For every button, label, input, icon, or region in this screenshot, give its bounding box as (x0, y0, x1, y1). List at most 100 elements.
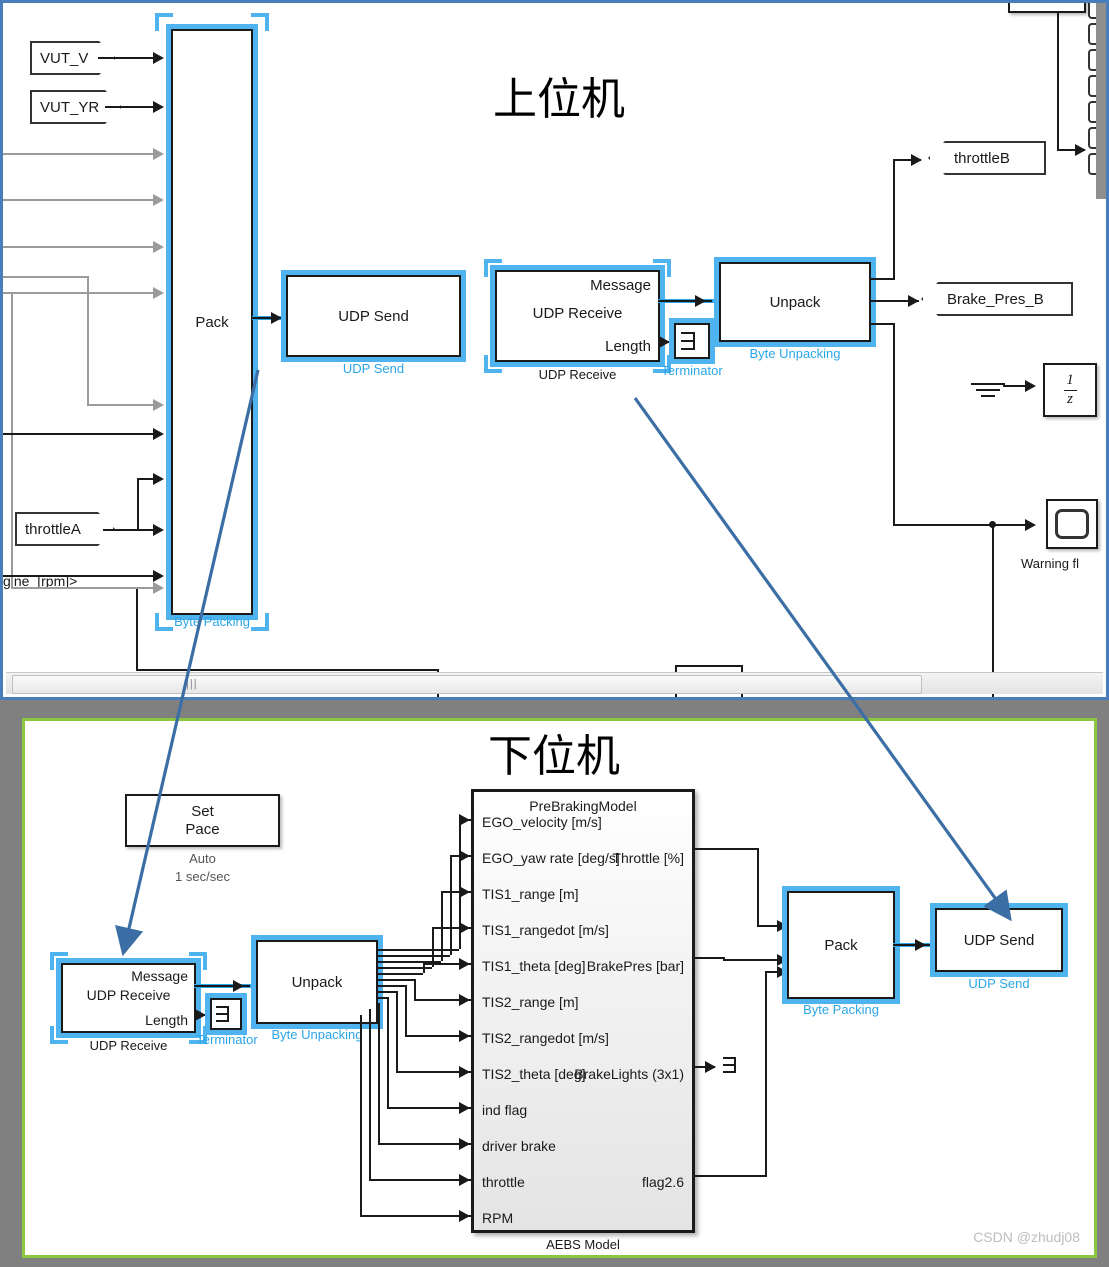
block-set-pace[interactable]: Set Pace (125, 794, 280, 847)
unpack-wire-h1-0 (378, 949, 459, 951)
arrowhead (271, 312, 282, 324)
block-unit-delay[interactable]: 1 z (1043, 363, 1097, 417)
target-model-canvas[interactable]: 下位机 Set Pace Auto 1 sec/sec Message UDP … (22, 718, 1097, 1258)
unpack-wire-h2-11 (360, 1215, 471, 1217)
wire-gray-3 (3, 246, 161, 248)
block-terminator-host-label: Terminator (661, 363, 723, 378)
wire-gray-1 (3, 153, 161, 155)
wire-gray-4a (3, 276, 89, 278)
block-scope-warning-flag-label: Warning fl (1021, 556, 1080, 571)
horizontal-scrollbar[interactable]: ||| (6, 672, 1103, 694)
unpack-wire-h1-4 (378, 973, 423, 975)
wire-brakepres-out-a (693, 957, 725, 959)
wire-gray-4c (87, 404, 161, 406)
aebs-output-port-0: Throttle [%] (612, 850, 684, 866)
inport-throttlea[interactable]: throttleA (15, 512, 115, 546)
aebs-output-port-3: flag2.6 (641, 1174, 684, 1190)
udp-receive-host-length-port: Length (605, 338, 651, 355)
unpack-wire-h1-8 (378, 997, 387, 999)
block-terminator-host[interactable] (674, 323, 710, 359)
unpack-wire-v-2 (441, 891, 443, 961)
arrowhead (233, 980, 244, 992)
aebs-input-port-7: TIS2_theta [deg] (482, 1066, 586, 1082)
arrowhead-gray (153, 582, 164, 594)
block-partial-top-right[interactable] (1008, 3, 1086, 13)
block-udp-send-host[interactable]: UDP Send (286, 275, 461, 357)
unpack-wire-h2-10 (369, 1179, 471, 1181)
block-unpack-host[interactable]: Unpack (719, 262, 871, 342)
unpack-wire-v-10 (369, 1009, 371, 1179)
aebs-input-port-8: ind flag (482, 1102, 528, 1118)
block-udp-receive-target[interactable]: Message UDP Receive Length (61, 963, 196, 1033)
block-terminator-target[interactable] (210, 998, 242, 1030)
unpack-wire-h1-5 (378, 979, 414, 981)
unpack-wire-v-11 (360, 1015, 362, 1215)
arrowhead-gray (153, 399, 164, 411)
wire-vutv-pack (98, 57, 160, 59)
aebs-input-port-6: TIS2_rangedot [m/s] (482, 1030, 609, 1046)
arrowhead (705, 1061, 716, 1073)
block-udp-send-host-label: UDP Send (342, 361, 405, 376)
wire-bottom-2a (675, 665, 743, 667)
block-udp-receive-target-label: UDP Receive (89, 1038, 168, 1053)
block-udp-send-target-text: UDP Send (963, 931, 1035, 949)
set-pace-line2: Pace (185, 820, 220, 838)
screenshot-root: 上位机 VUT_V VUT_YR throttleA gine_[rpm]> P… (0, 0, 1109, 1267)
host-model-canvas[interactable]: 上位机 VUT_V VUT_YR throttleA gine_[rpm]> P… (0, 0, 1109, 700)
arrowhead (459, 1030, 470, 1042)
outport-brake-pres-b-label: Brake_Pres_B (947, 290, 1044, 308)
scrollbar-thumb[interactable] (12, 675, 922, 694)
terminator-icon (216, 1006, 236, 1022)
arrowhead (459, 850, 470, 862)
aebs-input-port-10: throttle (482, 1174, 525, 1190)
wire-gray-5c (11, 292, 161, 294)
arrowhead-gray (153, 287, 164, 299)
block-aebs-model[interactable]: PreBrakingModel EGO_velocity [m/s] EGO_ya… (471, 789, 695, 1233)
terminator-icon (681, 332, 703, 350)
wire-unpack-out1-a (869, 278, 895, 280)
wire-unpack-out3-d (992, 524, 994, 644)
block-scope-warning-flag[interactable] (1046, 499, 1098, 549)
unpack-wire-v-6 (405, 985, 407, 1035)
inport-vut-yr-label: VUT_YR (40, 98, 100, 116)
udp-receive-target-length-port: Length (145, 1012, 188, 1028)
panel-edge-shade (1096, 3, 1106, 199)
outport-throttleb-label: throttleB (954, 149, 1010, 167)
block-udp-receive-host[interactable]: Message UDP Receive Length (495, 270, 660, 362)
arrowhead (459, 1210, 470, 1222)
set-pace-sub2: 1 sec/sec (175, 869, 230, 884)
wire-topright-v (1057, 11, 1059, 151)
bottom-panel-heading: 下位机 (488, 731, 620, 782)
arrowhead (459, 1066, 470, 1078)
top-panel-heading: 上位机 (493, 74, 625, 125)
watermark: CSDN @zhudj08 (973, 1229, 1080, 1245)
outport-throttleb[interactable]: throttleB (928, 141, 1046, 175)
outport-brake-pres-b[interactable]: Brake_Pres_B (921, 282, 1073, 316)
block-udp-receive-host-text: UDP Receive (532, 305, 623, 322)
block-udp-receive-target-text: UDP Receive (86, 987, 171, 1003)
unpack-wire-v-3 (432, 927, 434, 967)
arrowhead (153, 473, 164, 485)
arrowhead (459, 886, 470, 898)
block-udp-send-target[interactable]: UDP Send (935, 908, 1063, 972)
unit-delay-icon: 1 z (1063, 372, 1077, 408)
inport-vut-v-label: VUT_V (40, 49, 89, 67)
block-unpack-host-text: Unpack (769, 293, 821, 311)
wire-rpm-pack (3, 575, 161, 577)
block-pack-target[interactable]: Pack (787, 891, 895, 999)
aebs-input-port-4: TIS1_theta [deg] (482, 958, 586, 974)
aebs-input-port-1: EGO_yaw rate [deg/s] (482, 850, 620, 866)
block-unpack-target[interactable]: Unpack (256, 940, 378, 1024)
aebs-input-port-11: RPM (482, 1210, 514, 1226)
arrowhead (1075, 144, 1086, 156)
aebs-output-port-1: BrakePres [bar] (586, 958, 684, 974)
aebs-input-port-2: TIS1_range [m] (482, 886, 579, 902)
unpack-wire-h1-7 (378, 991, 396, 993)
aebs-model-title: PreBrakingModel (529, 798, 637, 814)
top-diagram-area[interactable]: 上位机 VUT_V VUT_YR throttleA gine_[rpm]> P… (3, 3, 1106, 697)
block-pack-host[interactable]: Pack (171, 29, 253, 615)
set-pace-sub1: Auto (189, 851, 216, 866)
unpack-wire-h2-9 (378, 1143, 471, 1145)
wire-gray-2 (3, 199, 161, 201)
arrowhead (459, 1174, 470, 1186)
